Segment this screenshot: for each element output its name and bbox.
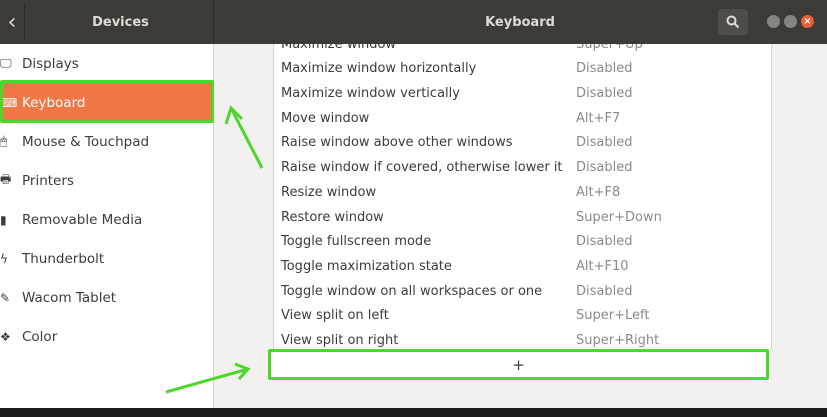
back-button[interactable]: ‹ (0, 4, 25, 40)
sidebar-item-removable-media[interactable]: ▮ Removable Media (0, 200, 213, 239)
header-bar: ‹ Devices Keyboard × (0, 0, 827, 44)
sidebar-item-label: Wacom Tablet (22, 289, 117, 306)
shortcut-accel: Super+Down (576, 210, 662, 225)
shortcut-accel: Disabled (576, 61, 633, 76)
shortcut-row[interactable]: Maximize window horizontally Disabled (274, 57, 771, 82)
shortcut-accel: Alt+F10 (576, 259, 629, 274)
usb-drive-icon: ▮ (0, 212, 7, 227)
shortcut-accel: Disabled (576, 135, 633, 150)
shortcut-name: Maximize window horizontally (281, 61, 477, 76)
display-icon: 🖵 (0, 56, 12, 70)
shortcut-row[interactable]: Toggle window on all workspaces or one D… (274, 280, 771, 305)
keyboard-highlight-box (0, 80, 214, 123)
sidebar-item-thunderbolt[interactable]: ϟ Thunderbolt (0, 239, 213, 278)
search-button[interactable] (718, 9, 748, 35)
printer-icon: 🖶 (0, 172, 12, 186)
shortcut-row[interactable]: Raise window if covered, otherwise lower… (274, 156, 771, 181)
bottom-edge (0, 408, 827, 417)
shortcut-row[interactable]: Move window Alt+F7 (274, 107, 771, 132)
tablet-icon: ✎ (0, 290, 11, 305)
shortcut-accel: Disabled (576, 86, 633, 101)
add-shortcut-button[interactable]: + (268, 349, 769, 380)
shortcut-row[interactable]: View split on left Super+Left (274, 304, 771, 329)
shortcut-name: Resize window (281, 185, 377, 200)
shortcut-accel: Disabled (576, 234, 633, 249)
shortcut-name: View split on right (281, 333, 399, 348)
shortcut-name: Toggle window on all workspaces or one (281, 284, 543, 299)
shortcut-accel: Alt+F7 (576, 111, 621, 126)
minimize-button[interactable] (767, 15, 780, 28)
color-icon: ❖ (0, 329, 11, 344)
sidebar-item-label: Mouse & Touchpad (22, 133, 150, 150)
shortcut-row[interactable]: Maximize window vertically Disabled (274, 82, 771, 107)
sidebar-title: Devices (92, 14, 149, 30)
maximize-button[interactable] (784, 15, 797, 28)
search-icon (726, 15, 740, 29)
sidebar-item-wacom-tablet[interactable]: ✎ Wacom Tablet (0, 278, 213, 317)
shortcut-name: Toggle maximization state (281, 259, 452, 274)
shortcut-name: Move window (281, 111, 370, 126)
shortcut-name: Toggle fullscreen mode (281, 234, 432, 249)
close-button[interactable]: × (801, 15, 814, 28)
shortcut-accel: Disabled (576, 284, 633, 299)
mouse-icon: 🖱 (0, 134, 8, 148)
shortcut-accel: Super+Left (576, 308, 650, 323)
sidebar-item-displays[interactable]: 🖵 Displays (0, 44, 213, 83)
shortcut-name: Maximize window vertically (281, 86, 460, 101)
shortcut-row[interactable]: View split on right Super+Right (274, 329, 771, 349)
shortcut-name: Restore window (281, 210, 384, 225)
sidebar-item-mouse-touchpad[interactable]: 🖱 Mouse & Touchpad (0, 122, 213, 161)
shortcut-name: Raise window above other windows (281, 135, 513, 150)
sidebar-item-color[interactable]: ❖ Color (0, 317, 213, 356)
sidebar-item-printers[interactable]: 🖶 Printers (0, 161, 213, 200)
plus-icon: + (512, 355, 525, 374)
shortcut-row[interactable]: Raise window above other windows Disable… (274, 131, 771, 156)
shortcut-accel: Super+Up (576, 44, 643, 52)
shortcut-accel: Alt+F8 (576, 185, 621, 200)
thunderbolt-icon: ϟ (0, 251, 8, 266)
sidebar-item-label: Color (22, 328, 58, 345)
shortcut-row[interactable]: Restore window Super+Down (274, 206, 771, 231)
shortcut-row[interactable]: Maximize window Super+Up (274, 44, 771, 58)
sidebar-item-label: Thunderbolt (22, 250, 105, 267)
shortcut-row[interactable]: Toggle maximization state Alt+F10 (274, 255, 771, 280)
shortcut-name: View split on left (281, 308, 389, 323)
shortcut-name: Raise window if covered, otherwise lower… (281, 160, 563, 175)
shortcut-list[interactable]: Maximize window Super+Up Maximize window… (273, 44, 772, 349)
shortcut-accel: Super+Right (576, 333, 660, 348)
shortcut-row[interactable]: Resize window Alt+F8 (274, 181, 771, 206)
shortcut-name: Maximize window (281, 44, 397, 52)
sidebar-item-label: Displays (22, 55, 79, 72)
sidebar-item-label: Removable Media (22, 211, 143, 228)
shortcut-accel: Disabled (576, 160, 633, 175)
shortcut-row[interactable]: Toggle fullscreen mode Disabled (274, 230, 771, 255)
sidebar-item-label: Printers (22, 172, 74, 189)
